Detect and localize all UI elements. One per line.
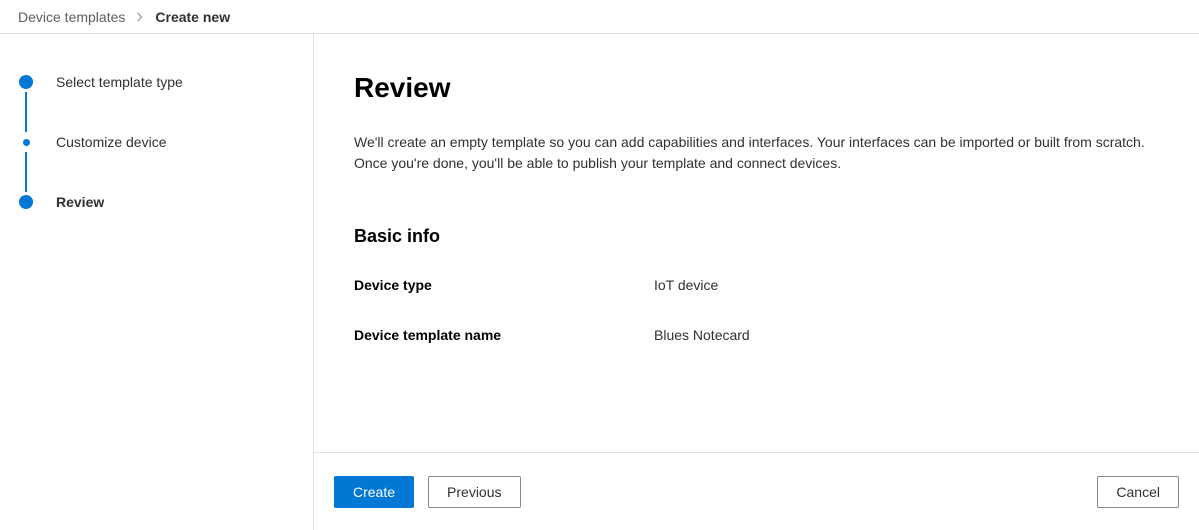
step-connector bbox=[18, 92, 34, 132]
step-label: Review bbox=[56, 194, 104, 210]
breadcrumb: Device templates Create new bbox=[0, 0, 1199, 34]
info-value: IoT device bbox=[654, 277, 718, 293]
cancel-button[interactable]: Cancel bbox=[1097, 476, 1179, 508]
breadcrumb-current: Create new bbox=[155, 9, 230, 25]
chevron-right-icon bbox=[135, 12, 145, 22]
info-row-device-template-name: Device template name Blues Notecard bbox=[354, 327, 1159, 343]
step-dot-icon bbox=[19, 75, 33, 89]
step-select-template-type[interactable]: Select template type bbox=[18, 72, 313, 92]
info-label: Device template name bbox=[354, 327, 654, 343]
info-label: Device type bbox=[354, 277, 654, 293]
create-button[interactable]: Create bbox=[334, 476, 414, 508]
step-customize-device[interactable]: Customize device bbox=[18, 132, 313, 152]
step-label: Select template type bbox=[56, 74, 183, 90]
previous-button[interactable]: Previous bbox=[428, 476, 520, 508]
breadcrumb-parent[interactable]: Device templates bbox=[18, 9, 125, 25]
wizard-stepper: Select template type Customize device Re… bbox=[0, 34, 314, 530]
page-description: We'll create an empty template so you ca… bbox=[354, 132, 1159, 174]
step-connector bbox=[18, 152, 34, 192]
step-review[interactable]: Review bbox=[18, 192, 313, 212]
info-row-device-type: Device type IoT device bbox=[354, 277, 1159, 293]
step-label: Customize device bbox=[56, 134, 167, 150]
basic-info-heading: Basic info bbox=[354, 226, 1159, 247]
wizard-footer: Create Previous Cancel bbox=[314, 452, 1199, 530]
step-dot-icon bbox=[23, 139, 30, 146]
step-dot-icon bbox=[19, 195, 33, 209]
info-value: Blues Notecard bbox=[654, 327, 750, 343]
page-title: Review bbox=[354, 72, 1159, 104]
